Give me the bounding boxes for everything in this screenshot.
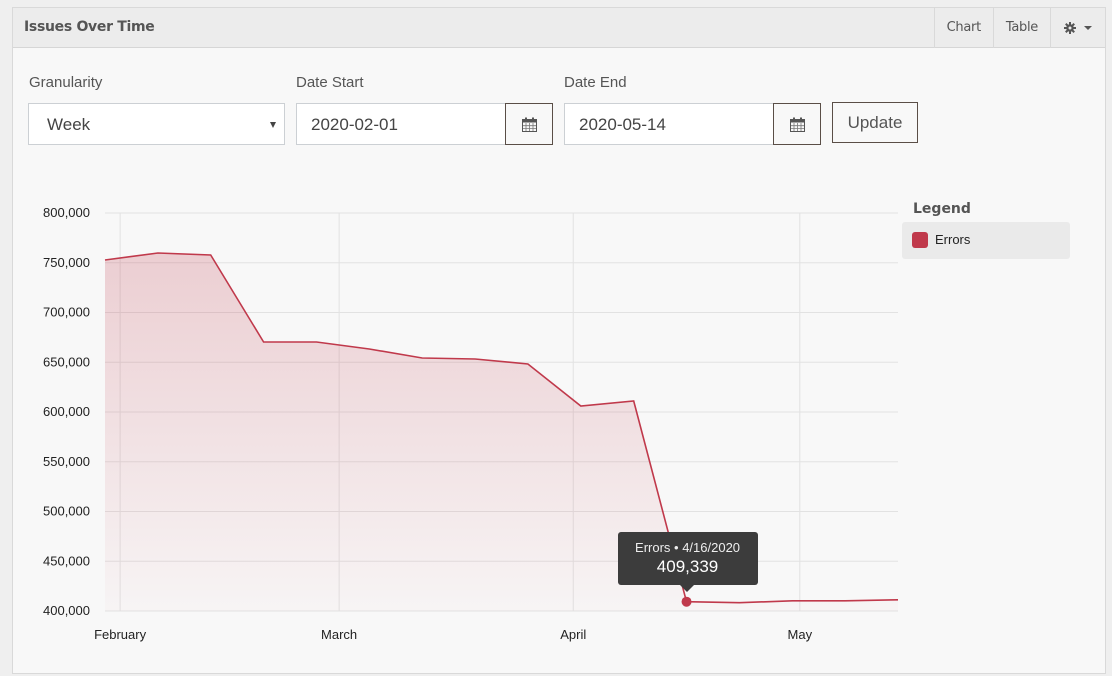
y-tick-label: 500,000 xyxy=(43,504,90,519)
errors-area-chart: 400,000 450,000 500,000 550,000 600,000 650,0… xyxy=(43,205,899,642)
x-tick-label: February xyxy=(94,627,147,642)
tooltip-value: 409,339 xyxy=(656,556,719,576)
legend-swatch xyxy=(912,232,928,248)
y-tick-label: 550,000 xyxy=(43,454,90,469)
tooltip-header: Errors • 4/16/2020 xyxy=(635,539,741,555)
x-tick-label: March xyxy=(321,627,357,642)
legend-item-errors[interactable]: Errors xyxy=(902,222,1070,259)
legend-title: Legend xyxy=(913,201,971,217)
x-tick-label: April xyxy=(560,627,586,642)
legend-label: Errors xyxy=(935,232,971,247)
y-tick-label: 750,000 xyxy=(43,255,90,270)
tooltip-pointer xyxy=(679,584,694,592)
data-point xyxy=(681,596,692,607)
y-tick-label: 600,000 xyxy=(43,404,90,419)
y-tick-label: 700,000 xyxy=(43,305,90,320)
y-tick-label: 400,000 xyxy=(43,603,90,618)
errors-area-fill xyxy=(105,253,898,611)
x-tick-label: May xyxy=(788,627,813,642)
y-tick-label: 800,000 xyxy=(43,205,90,220)
data-point-tooltip: Errors • 4/16/2020 409,339 xyxy=(617,531,758,592)
y-tick-label: 450,000 xyxy=(43,553,90,568)
y-tick-label: 650,000 xyxy=(43,354,90,369)
